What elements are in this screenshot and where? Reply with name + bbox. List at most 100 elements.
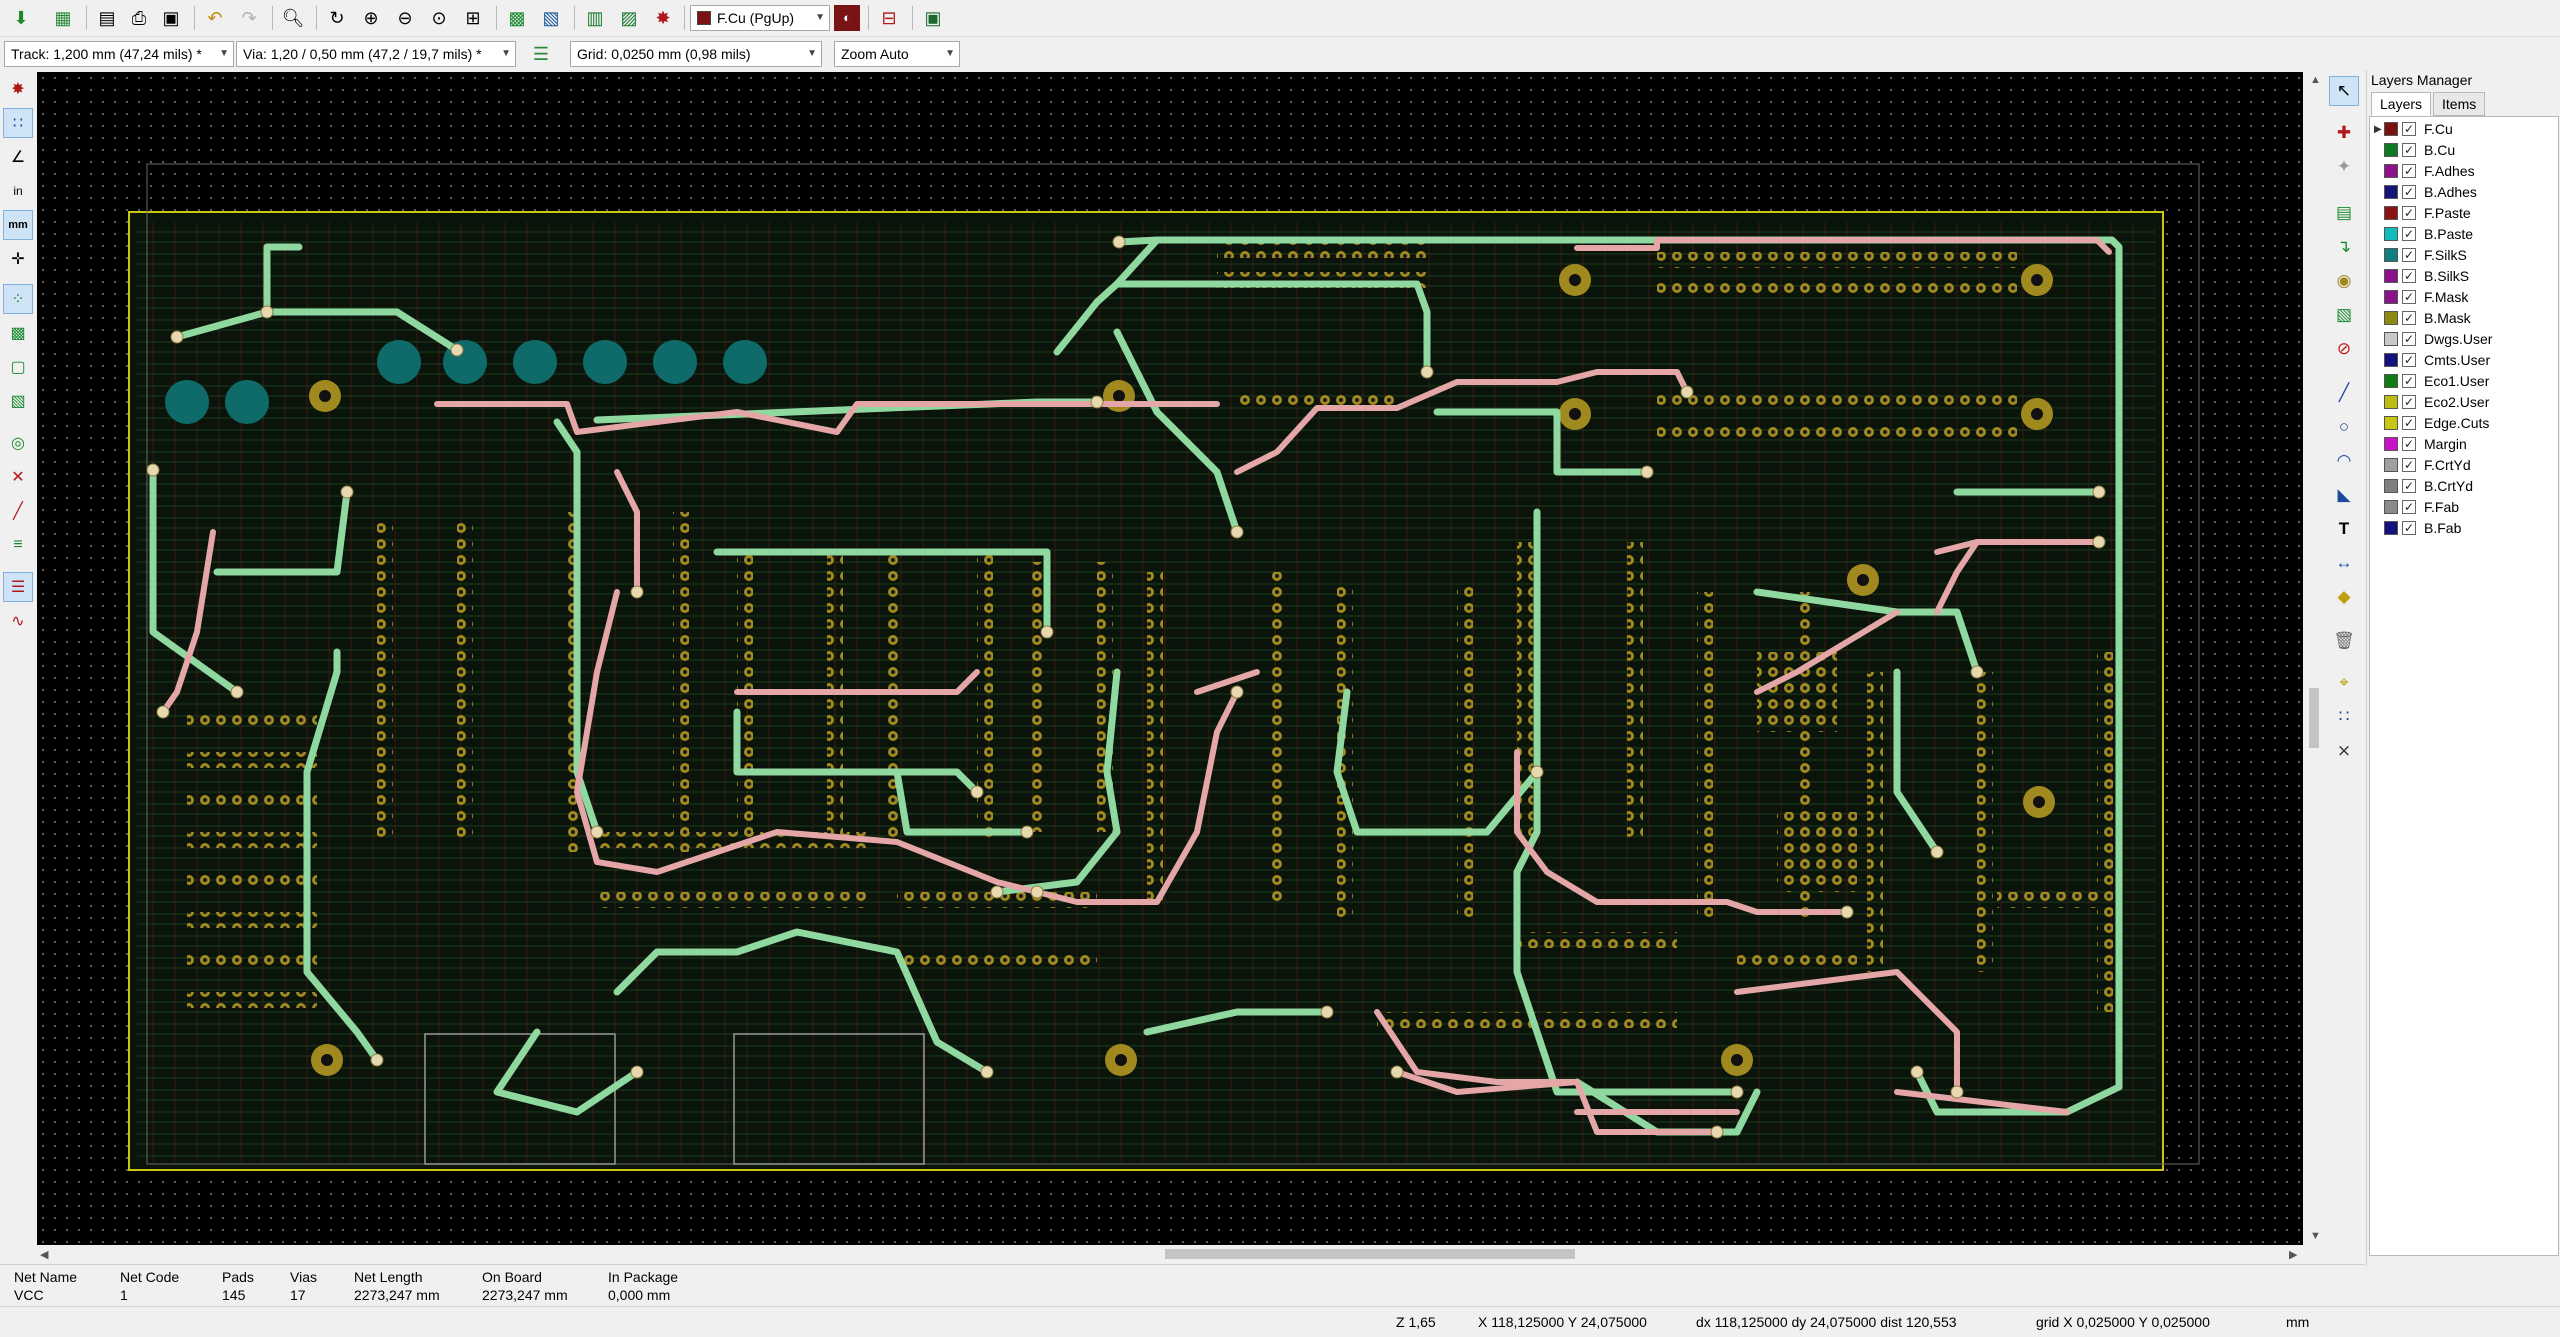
layer-row[interactable]: ✓ F.Fab (2370, 497, 2556, 518)
via-size-select[interactable]: Via: 1,20 / 0,50 mm (47,2 / 19,7 mils) *… (236, 41, 516, 67)
layer-visibility-checkbox[interactable]: ✓ (2402, 143, 2416, 157)
save-board-icon[interactable]: ⬇ (6, 3, 36, 33)
layer-row[interactable]: ✓ B.Paste (2370, 224, 2556, 245)
scroll-down-icon[interactable]: ▼ (2310, 1230, 2321, 1242)
add-dimension-icon[interactable]: ↔ (2329, 548, 2359, 578)
layer-row[interactable]: ✓ B.Mask (2370, 308, 2556, 329)
layer-visibility-checkbox[interactable]: ✓ (2402, 332, 2416, 346)
layer-color-swatch[interactable] (2384, 248, 2398, 262)
zone-hide-icon[interactable]: ▧ (3, 386, 33, 416)
layer-row[interactable]: ✓ Cmts.User (2370, 350, 2556, 371)
layer-row[interactable]: ✓ B.SilkS (2370, 266, 2556, 287)
layer-color-swatch[interactable] (2384, 458, 2398, 472)
layer-color-swatch[interactable] (2384, 395, 2398, 409)
horizontal-scroll-thumb[interactable] (1165, 1249, 1575, 1259)
cursor-shape-icon[interactable]: ✛ (3, 244, 33, 274)
layer-row[interactable]: ✓ B.Fab (2370, 518, 2556, 539)
add-polygon-icon[interactable]: ◣ (2329, 480, 2359, 510)
layer-row[interactable]: ✓ B.CrtYd (2370, 476, 2556, 497)
layer-select[interactable]: F.Cu (PgUp) ▼ (690, 5, 830, 31)
grid-select[interactable]: Grid: 0,0250 mm (0,98 mils) ▼ (570, 41, 822, 67)
layer-visibility-checkbox[interactable]: ✓ (2402, 500, 2416, 514)
layer-color-swatch[interactable] (2384, 416, 2398, 430)
layer-visibility-checkbox[interactable]: ✓ (2402, 479, 2416, 493)
layer-visibility-checkbox[interactable]: ✓ (2402, 374, 2416, 388)
add-zone-icon[interactable]: ▧ (2329, 300, 2359, 330)
layer-row[interactable]: ✓ Edge.Cuts (2370, 413, 2556, 434)
zoom-selection-icon[interactable]: ⊞ (458, 3, 488, 33)
auto-track-width-toggle-icon[interactable]: ☰ (526, 39, 556, 69)
layer-color-swatch[interactable] (2384, 164, 2398, 178)
layer-row[interactable]: ✓ B.Cu (2370, 140, 2556, 161)
layer-visibility-checkbox[interactable]: ✓ (2402, 353, 2416, 367)
measure-tool-icon[interactable]: ⨯ (2329, 736, 2359, 766)
layer-visibility-checkbox[interactable]: ✓ (2402, 206, 2416, 220)
layer-row[interactable]: ✓ B.Adhes (2370, 182, 2556, 203)
track-width-select[interactable]: Track: 1,200 mm (47,24 mils) * ▼ (4, 41, 234, 67)
zone-outline-icon[interactable]: ▢ (3, 352, 33, 382)
auto-track-width-icon[interactable]: ⊟ (874, 3, 904, 33)
select-tool-icon[interactable]: ↖ (2329, 76, 2359, 106)
footprint-browser-icon[interactable]: ▨ (614, 3, 644, 33)
via-sketch-icon[interactable]: ✕ (3, 462, 33, 492)
layer-color-swatch[interactable] (2384, 353, 2398, 367)
layer-color-swatch[interactable] (2384, 374, 2398, 388)
scroll-left-icon[interactable]: ◀ (40, 1248, 48, 1261)
zoom-out-icon[interactable]: ⊖ (390, 3, 420, 33)
page-settings-icon[interactable]: ▤ (92, 3, 122, 33)
layer-visibility-checkbox[interactable]: ✓ (2402, 269, 2416, 283)
layer-row[interactable]: ✓ Dwgs.User (2370, 329, 2556, 350)
netlist-icon[interactable]: ▩ (502, 3, 532, 33)
scroll-up-icon[interactable]: ▲ (2310, 74, 2321, 86)
find-icon[interactable]: 🔍︎ (278, 3, 308, 33)
add-via-icon[interactable]: ◉ (2329, 266, 2359, 296)
layer-visibility-checkbox[interactable]: ✓ (2402, 311, 2416, 325)
grid-origin-icon[interactable]: ∷ (2329, 702, 2359, 732)
layer-row[interactable]: ✓ Eco2.User (2370, 392, 2556, 413)
microwave-toolbar-icon[interactable]: ∿ (3, 606, 33, 636)
layer-row[interactable]: ✓ F.Mask (2370, 287, 2556, 308)
layer-color-swatch[interactable] (2384, 122, 2398, 136)
pcb-canvas[interactable] (37, 72, 2303, 1245)
tab-layers[interactable]: Layers (2371, 92, 2432, 116)
layer-color-swatch[interactable] (2384, 227, 2398, 241)
mm-units-button[interactable]: mm (3, 210, 33, 240)
layer-row[interactable]: ✓ F.SilkS (2370, 245, 2556, 266)
tab-items[interactable]: Items (2433, 92, 2486, 116)
footprint-editor-icon[interactable]: ▥ (580, 3, 610, 33)
delete-tool-icon[interactable]: 🗑︎ (2329, 626, 2359, 656)
layer-row[interactable]: ▶ ✓ F.Cu (2370, 119, 2556, 140)
keepout-area-icon[interactable]: ⊘ (2329, 334, 2359, 364)
redo-icon[interactable]: ↷ (234, 3, 264, 33)
high-contrast-icon[interactable]: ≡ (3, 530, 33, 560)
scroll-right-icon[interactable]: ▶ (2289, 1248, 2297, 1261)
plot-icon[interactable]: ▣ (156, 3, 186, 33)
print-icon[interactable]: ⎙ (124, 3, 154, 33)
layer-color-swatch[interactable] (2384, 143, 2398, 157)
layer-visibility-checkbox[interactable]: ✓ (2402, 521, 2416, 535)
vertical-scroll-thumb[interactable] (2309, 688, 2319, 748)
add-text-icon[interactable]: T (2329, 514, 2359, 544)
layer-visibility-checkbox[interactable]: ✓ (2402, 164, 2416, 178)
inch-units-button[interactable]: in (3, 176, 33, 206)
layer-row[interactable]: ✓ F.Paste (2370, 203, 2556, 224)
layer-visibility-checkbox[interactable]: ✓ (2402, 458, 2416, 472)
layer-color-swatch[interactable] (2384, 206, 2398, 220)
layer-color-swatch[interactable] (2384, 269, 2398, 283)
layer-color-swatch[interactable] (2384, 437, 2398, 451)
layers-manager-toggle-icon[interactable]: ☰ (3, 572, 33, 602)
add-circle-icon[interactable]: ○ (2329, 412, 2359, 442)
layer-visibility-checkbox[interactable]: ✓ (2402, 227, 2416, 241)
layer-row[interactable]: ✓ F.Adhes (2370, 161, 2556, 182)
layer-pair-icon[interactable]: ◐ (834, 5, 860, 31)
vertical-scrollbar[interactable]: ▲ ▼ (2305, 72, 2323, 1245)
layer-visibility-checkbox[interactable]: ✓ (2402, 290, 2416, 304)
ratsnest-icon[interactable]: ⁘ (3, 284, 33, 314)
layer-row[interactable]: ✓ Eco1.User (2370, 371, 2556, 392)
drc-icon[interactable]: ✸ (648, 3, 678, 33)
undo-icon[interactable]: ↶ (200, 3, 230, 33)
polar-coords-icon[interactable]: ∠ (3, 142, 33, 172)
layer-color-swatch[interactable] (2384, 500, 2398, 514)
layer-visibility-checkbox[interactable]: ✓ (2402, 122, 2416, 136)
layer-color-swatch[interactable] (2384, 185, 2398, 199)
